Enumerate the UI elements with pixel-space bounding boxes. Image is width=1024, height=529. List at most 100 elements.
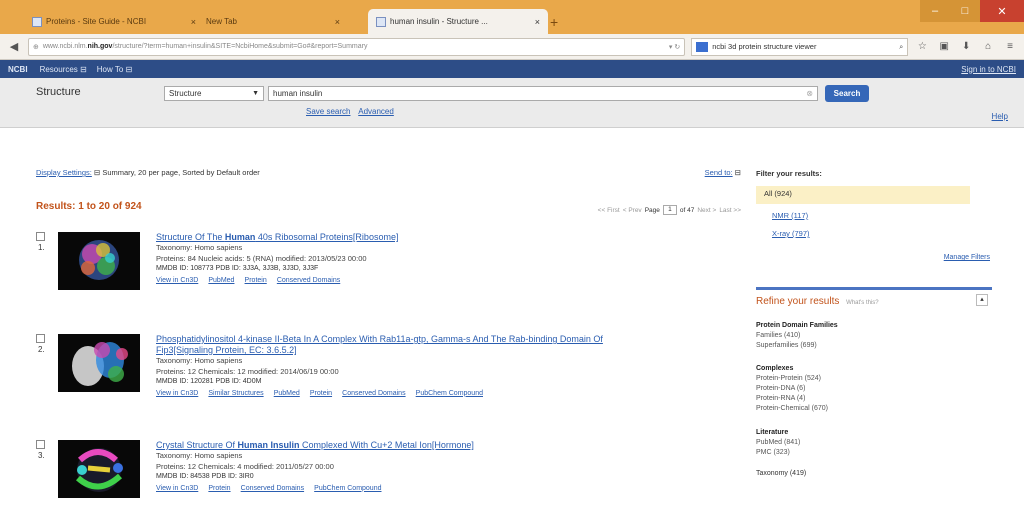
globe-icon: ⊕ xyxy=(32,43,39,51)
title-part[interactable]: Crystal Structure Of xyxy=(156,440,238,450)
sign-in-link[interactable]: Sign in to NCBI xyxy=(961,65,1016,74)
first-page-link[interactable]: << First xyxy=(598,207,620,214)
pubchem-compound-link[interactable]: PubChem Compound xyxy=(416,390,483,397)
page-number-input[interactable]: 1 xyxy=(662,205,677,215)
manage-filters-link[interactable]: Manage Filters xyxy=(944,254,990,261)
result-title[interactable]: Phosphatidylinositol 4-kinase II-Beta In… xyxy=(156,334,741,356)
tab-new-tab[interactable]: New Tab × xyxy=(198,9,348,34)
tab-human-insulin-structure[interactable]: human insulin - Structure ... × xyxy=(368,9,548,34)
clear-input-icon[interactable]: ⊗ xyxy=(806,89,813,98)
browser-nav-bar: ◀ ⊕ www.ncbi.nlm. nih.gov/structure/?term… xyxy=(0,34,1024,60)
title-bold-part[interactable]: Human Insulin xyxy=(238,440,300,450)
conserved-domains-link[interactable]: Conserved Domains xyxy=(277,277,340,284)
search-button[interactable]: Search xyxy=(825,85,869,102)
save-search-link[interactable]: Save search xyxy=(306,107,350,116)
title-line2[interactable]: Fip3[Signaling Protein, EC: 3.6.5.2] xyxy=(156,345,297,355)
title-part[interactable]: Structure Of The xyxy=(156,232,225,242)
refine-item[interactable]: PubMed (841) xyxy=(756,438,800,448)
database-select[interactable]: Structure ▼ xyxy=(164,86,264,101)
result-body: Phosphatidylinositol 4-kinase II-Beta In… xyxy=(156,334,741,399)
refine-item[interactable]: Superfamilies (699) xyxy=(756,341,838,351)
refine-item[interactable]: PMC (323) xyxy=(756,448,800,458)
ncbi-header: NCBI Resources ⊟ How To ⊟ Sign in to NCB… xyxy=(0,60,1024,78)
result-links: View in Cn3D Similar Structures PubMed P… xyxy=(156,388,741,400)
ncbi-logo[interactable]: NCBI xyxy=(8,65,28,74)
pubmed-link[interactable]: PubMed xyxy=(274,390,300,397)
collapse-toggle-icon[interactable]: ▴ xyxy=(976,294,988,306)
reload-icon[interactable]: ▾ ↻ xyxy=(669,43,680,51)
whats-this-link[interactable]: What's this? xyxy=(846,300,879,306)
display-settings-link[interactable]: Display Settings: xyxy=(36,168,92,177)
similar-structures-link[interactable]: Similar Structures xyxy=(208,390,263,397)
structure-thumbnail[interactable] xyxy=(58,334,140,392)
send-to[interactable]: Send to: ⊟ xyxy=(705,168,741,177)
title-part[interactable]: Phosphatidylinositol 4-kinase II-Beta In… xyxy=(156,334,603,344)
view-in-cn3d-link[interactable]: View in Cn3D xyxy=(156,485,198,492)
new-tab-plus-icon[interactable]: + xyxy=(550,14,558,30)
close-window-icon[interactable]: ✕ xyxy=(980,0,1024,22)
advanced-link[interactable]: Advanced xyxy=(358,107,394,116)
protein-link[interactable]: Protein xyxy=(208,485,230,492)
result-checkbox[interactable] xyxy=(36,232,45,241)
refine-item[interactable]: Protein-Chemical (670) xyxy=(756,404,828,414)
prev-page-link[interactable]: < Prev xyxy=(623,207,642,214)
last-page-link[interactable]: Last >> xyxy=(719,207,741,214)
send-to-link[interactable]: Send to: xyxy=(705,168,733,177)
conserved-domains-link[interactable]: Conserved Domains xyxy=(241,485,304,492)
group-heading: Literature xyxy=(756,429,789,436)
pubchem-compound-link[interactable]: PubChem Compound xyxy=(314,485,381,492)
refine-item[interactable]: Protein-RNA (4) xyxy=(756,394,828,404)
title-bold-part[interactable]: Human xyxy=(225,232,256,242)
search-icon[interactable]: ⌕ xyxy=(899,42,903,52)
result-checkbox[interactable] xyxy=(36,334,45,343)
title-part[interactable]: 40s Ribosomal Proteins[Ribosome] xyxy=(255,232,399,242)
menu-icon[interactable]: ≡ xyxy=(1002,41,1018,52)
minimize-icon[interactable]: – xyxy=(920,0,950,22)
maximize-icon[interactable]: □ xyxy=(950,0,980,22)
chevron-down-icon[interactable]: ⊟ xyxy=(94,168,100,177)
refine-item[interactable]: Protein-Protein (524) xyxy=(756,374,828,384)
close-tab-icon[interactable]: × xyxy=(191,17,196,27)
filter-all[interactable]: All (924) xyxy=(756,186,970,204)
url-bar[interactable]: ⊕ www.ncbi.nlm. nih.gov/structure/?term=h… xyxy=(27,37,686,56)
result-checkbox[interactable] xyxy=(36,440,45,449)
title-part[interactable]: Complexed With Cu+2 Metal Ion[Hormone] xyxy=(300,440,474,450)
refine-item[interactable]: Families (410) xyxy=(756,331,838,341)
resources-menu[interactable]: Resources ⊟ xyxy=(40,65,87,74)
download-icon[interactable]: ⬇ xyxy=(958,41,974,52)
search-links: Save search Advanced xyxy=(306,107,400,116)
protein-link[interactable]: Protein xyxy=(310,390,332,397)
result-title[interactable]: Crystal Structure Of Human Insulin Compl… xyxy=(156,440,741,451)
help-link[interactable]: Help xyxy=(992,112,1008,121)
protein-link[interactable]: Protein xyxy=(245,277,267,284)
refine-group-domains: Protein Domain Families Families (410) S… xyxy=(756,321,838,351)
url-path: /structure/?term=human+insulin&SITE=Ncbi… xyxy=(112,43,368,50)
refine-group-taxonomy: Taxonomy (419) xyxy=(756,469,806,479)
view-in-cn3d-link[interactable]: View in Cn3D xyxy=(156,277,198,284)
group-heading: Complexes xyxy=(756,365,794,372)
structure-thumbnail[interactable] xyxy=(58,440,140,498)
bookmark-star-icon[interactable]: ☆ xyxy=(914,41,930,52)
filter-nmr-link[interactable]: NMR (117) xyxy=(772,211,808,220)
home-icon[interactable]: ⌂ xyxy=(980,41,996,52)
close-tab-icon[interactable]: × xyxy=(535,17,540,27)
result-title[interactable]: Structure Of The Human 40s Ribosomal Pro… xyxy=(156,232,741,243)
clipboard-icon[interactable]: ▣ xyxy=(936,41,952,52)
view-in-cn3d-link[interactable]: View in Cn3D xyxy=(156,390,198,397)
conserved-domains-link[interactable]: Conserved Domains xyxy=(342,390,405,397)
next-page-link[interactable]: Next > xyxy=(697,207,716,214)
refine-item[interactable]: Taxonomy (419) xyxy=(756,469,806,479)
tab-proteins-site-guide[interactable]: Proteins - Site Guide - NCBI × xyxy=(24,9,204,34)
close-tab-icon[interactable]: × xyxy=(335,17,340,27)
filter-xray-link[interactable]: X-ray (797) xyxy=(772,229,810,238)
howto-menu[interactable]: How To ⊟ xyxy=(97,65,132,74)
filter-sidebar: Filter your results: All (924) NMR (117)… xyxy=(752,154,996,529)
refine-item[interactable]: Protein-DNA (6) xyxy=(756,384,828,394)
result-taxonomy: Taxonomy: Homo sapiens xyxy=(156,356,243,365)
structure-thumbnail[interactable] xyxy=(58,232,140,290)
browser-search-box[interactable]: ncbi 3d protein structure viewer ⌕ xyxy=(691,37,909,56)
back-arrow-icon[interactable]: ◀ xyxy=(6,39,22,55)
pubmed-link[interactable]: PubMed xyxy=(208,277,234,284)
result-links: View in Cn3D Protein Conserved Domains P… xyxy=(156,483,741,495)
search-input[interactable]: human insulin ⊗ xyxy=(268,86,818,101)
